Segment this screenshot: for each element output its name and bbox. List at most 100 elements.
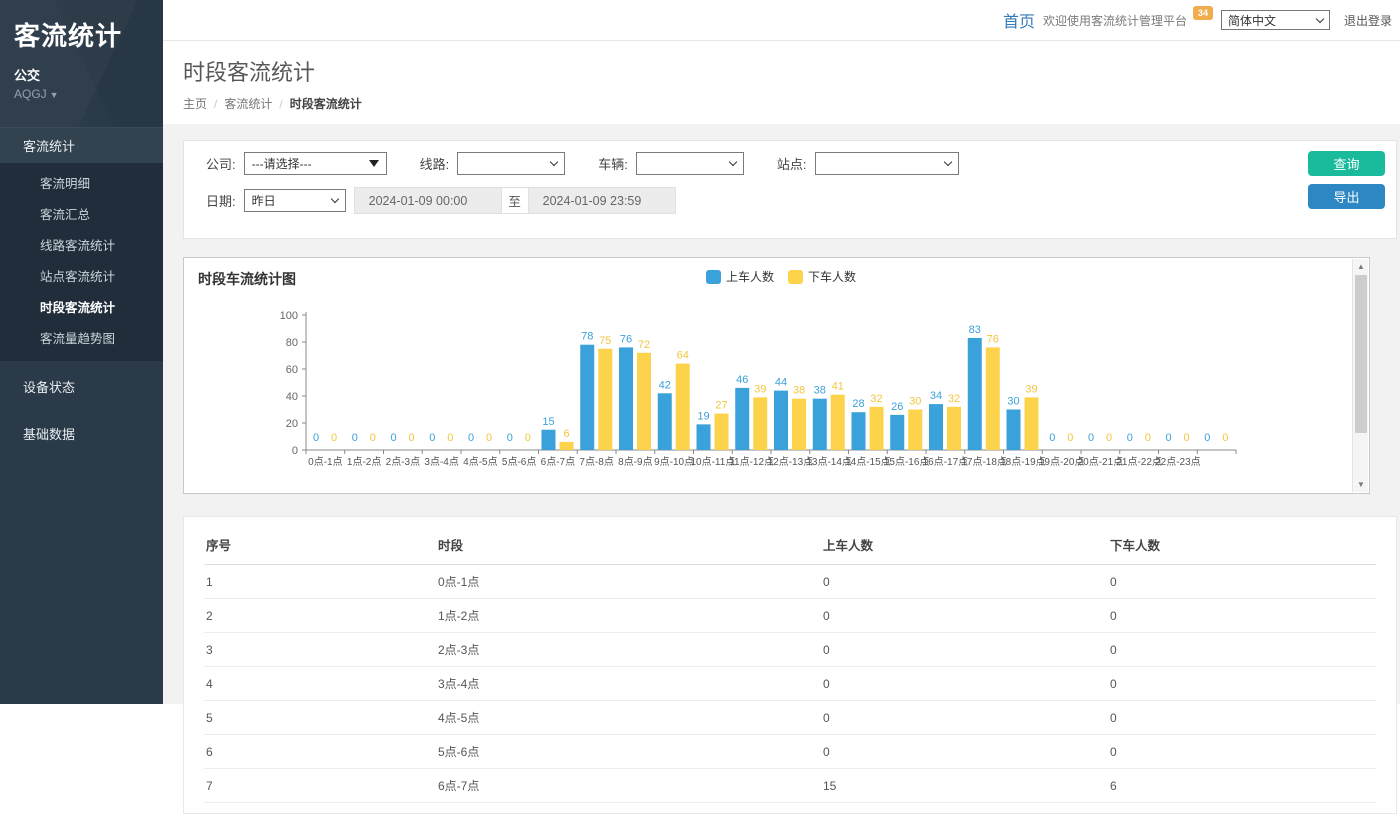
station-select[interactable] [815,152,959,175]
svg-text:64: 64 [677,350,689,362]
sidebar-item-客流量趋势图[interactable]: 客流量趋势图 [0,322,163,353]
vehicle-select[interactable] [636,152,744,175]
stats-table: 序号时段上车人数下车人数 10点-1点0021点-2点0032点-3点0043点… [204,523,1376,803]
breadcrumb-item[interactable]: 主页 [183,97,207,111]
svg-text:0: 0 [1183,432,1189,444]
dropdown-arrow-icon [369,160,379,167]
station-label: 站点: [777,154,807,173]
logout-link[interactable]: 退出登录 [1344,12,1392,29]
sidebar-item-站点客流统计[interactable]: 站点客流统计 [0,260,163,291]
sidebar-item-时段客流统计[interactable]: 时段客流统计 [0,291,163,322]
legend-item-下车人数[interactable]: 下车人数 [788,268,856,285]
svg-text:100: 100 [280,310,298,322]
chart-scrollbar[interactable]: ▲ ▼ [1352,259,1368,492]
sidebar-item-客流汇总[interactable]: 客流汇总 [0,198,163,229]
export-button[interactable]: 导出 [1308,184,1385,209]
svg-text:19: 19 [697,410,709,422]
svg-text:0: 0 [1067,432,1073,444]
table-cell: 0 [1108,701,1376,735]
filter-panel: 公司: ---请选择--- 线路: 车辆: 站点: [183,140,1397,239]
scroll-up-icon[interactable]: ▲ [1353,259,1369,274]
svg-text:72: 72 [638,339,650,351]
line-select[interactable] [457,152,565,175]
sidebar-item-客流明细[interactable]: 客流明细 [0,167,163,198]
chevron-down-icon [330,195,338,203]
language-select[interactable]: 简体中文 [1221,10,1330,30]
brand-area: 客流统计 公交 AQGJ▼ [0,0,163,115]
svg-text:27: 27 [715,400,727,412]
svg-text:9点-10点: 9点-10点 [654,456,694,468]
breadcrumb: 主页/客流统计/时段客流统计 [183,95,1380,112]
svg-text:78: 78 [581,331,593,343]
bar-chart: 0204060801000000001578764219464438282634… [184,288,1344,488]
svg-text:32: 32 [870,393,882,405]
date-preset-select[interactable]: 昨日 [244,189,346,212]
svg-text:0: 0 [370,432,376,444]
svg-text:30: 30 [1007,396,1019,408]
date-separator: 至 [502,187,528,214]
org-switcher[interactable]: AQGJ▼ [14,87,149,101]
table-cell: 7 [204,769,436,803]
table-header-下车人数: 下车人数 [1108,523,1376,565]
date-end-input[interactable]: 2024-01-09 23:59 [528,187,676,214]
sidebar-section-设备状态[interactable]: 设备状态 [0,365,163,408]
table-cell: 1点-2点 [436,599,821,633]
table-header-上车人数: 上车人数 [821,523,1108,565]
company-select[interactable]: ---请选择--- [244,152,387,175]
svg-text:0: 0 [292,445,298,457]
table-cell: 3 [204,633,436,667]
query-button[interactable]: 查询 [1308,151,1385,176]
breadcrumb-item: 时段客流统计 [290,97,362,111]
chevron-down-icon [729,158,737,166]
svg-text:83: 83 [969,324,981,336]
breadcrumb-item[interactable]: 客流统计 [224,97,272,111]
svg-text:5点-6点: 5点-6点 [502,456,536,468]
company-label: 公司: [206,154,236,173]
table-cell: 4点-5点 [436,701,821,735]
svg-text:28: 28 [852,398,864,410]
svg-text:0: 0 [468,432,474,444]
org-code-label: AQGJ [14,87,47,101]
table-header-时段: 时段 [436,523,821,565]
svg-text:0: 0 [507,432,513,444]
scroll-down-icon[interactable]: ▼ [1353,477,1369,492]
notification-badge[interactable]: 34 [1193,6,1213,20]
svg-text:44: 44 [775,377,787,389]
svg-text:80: 80 [286,337,298,349]
legend-item-上车人数[interactable]: 上车人数 [706,268,774,285]
svg-text:6: 6 [563,428,569,440]
svg-text:0: 0 [1222,432,1228,444]
home-link[interactable]: 首页 [1003,8,1035,32]
app-brand: 客流统计 [14,16,149,53]
svg-text:34: 34 [930,390,942,402]
page-head: 时段客流统计 主页/客流统计/时段客流统计 [163,41,1400,124]
welcome-text: 欢迎使用客流统计管理平台 [1043,12,1187,29]
svg-text:0: 0 [352,432,358,444]
svg-text:6点-7点: 6点-7点 [541,456,575,468]
svg-text:40: 40 [286,391,298,403]
legend-swatch [788,270,803,284]
date-range-group: 2024-01-09 00:00 至 2024-01-09 23:59 [354,187,676,214]
table-cell: 15 [821,769,1108,803]
topbar: 首页 欢迎使用客流统计管理平台 34 简体中文 退出登录 [163,0,1400,41]
svg-text:76: 76 [987,333,999,345]
table-cell: 6 [204,735,436,769]
svg-text:0: 0 [1106,432,1112,444]
chart-panel: 时段车流统计图 上车人数下车人数 02040608010000000015787… [183,257,1370,494]
sidebar-item-线路客流统计[interactable]: 线路客流统计 [0,229,163,260]
legend-label: 上车人数 [726,268,774,285]
sidebar-section-客流统计[interactable]: 客流统计 [0,127,163,163]
date-preset-value: 昨日 [252,192,276,209]
svg-text:1点-2点: 1点-2点 [347,456,381,468]
table-cell: 0 [821,735,1108,769]
chart-legend: 上车人数下车人数 [706,268,870,285]
scrollbar-thumb[interactable] [1355,275,1367,433]
svg-text:75: 75 [599,335,611,347]
table-cell: 0 [821,633,1108,667]
page-title: 时段客流统计 [183,55,1380,87]
sidebar-section-基础数据[interactable]: 基础数据 [0,412,163,455]
date-start-input[interactable]: 2024-01-09 00:00 [354,187,502,214]
svg-text:3点-4点: 3点-4点 [424,456,458,468]
chevron-down-icon: ▼ [50,90,59,100]
table-cell: 0 [1108,667,1376,701]
